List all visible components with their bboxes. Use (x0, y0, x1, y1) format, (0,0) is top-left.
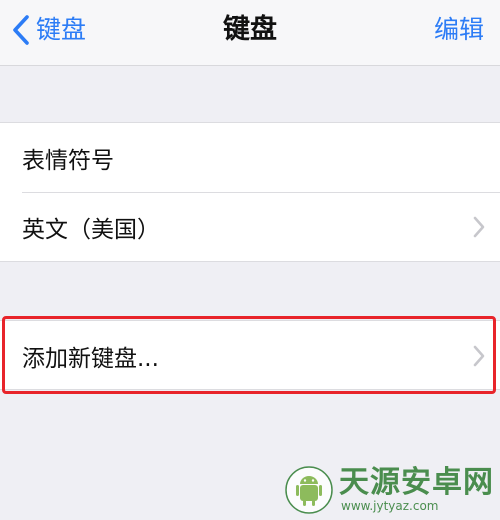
list-item-label: 英文（美国） (22, 216, 160, 243)
chevron-right-icon (472, 215, 486, 239)
watermark-url: www.jytyaz.com (341, 499, 439, 513)
keyboards-list: 表情符号 英文（美国） (0, 122, 500, 262)
list-item-label: 表情符号 (22, 147, 114, 174)
add-new-keyboard-button[interactable]: 添加新键盘... (0, 321, 500, 390)
edit-button[interactable]: 编辑 (434, 10, 484, 50)
navigation-bar: 键盘 键盘 编辑 (0, 0, 500, 66)
page-title: 键盘 (223, 14, 277, 45)
watermark: 天源安卓网 www.jytyaz.com (285, 466, 494, 514)
chevron-right-icon (472, 344, 486, 368)
list-item-emoji-keyboard[interactable]: 表情符号 (0, 123, 500, 192)
add-new-keyboard-label: 添加新键盘... (22, 345, 159, 372)
watermark-title: 天源安卓网 (339, 465, 494, 500)
android-robot-icon (285, 466, 333, 514)
list-item-english-us-keyboard[interactable]: 英文（美国） (0, 192, 500, 261)
add-keyboard-group: 添加新键盘... (0, 320, 500, 390)
